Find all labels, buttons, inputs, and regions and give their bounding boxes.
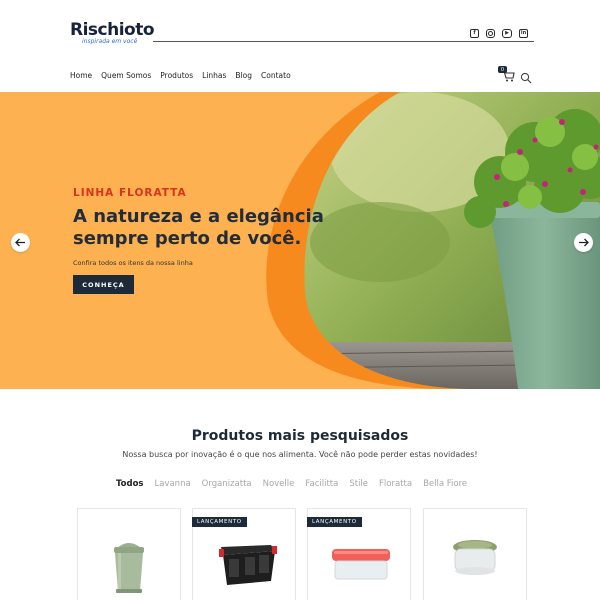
tab-organizatta[interactable]: Organizatta bbox=[202, 479, 252, 489]
facebook-icon[interactable]: f bbox=[470, 29, 479, 38]
linkedin-icon[interactable]: in bbox=[519, 29, 528, 38]
hero-eyebrow: LINHA FLORATTA bbox=[73, 187, 187, 199]
tab-lavanna[interactable]: Lavanna bbox=[155, 479, 191, 489]
logo-text: Rischioto bbox=[70, 20, 155, 40]
conheca-button[interactable]: CONHEÇA bbox=[73, 275, 134, 294]
carousel-next-button[interactable] bbox=[574, 233, 593, 252]
nav-produtos[interactable]: Produtos bbox=[160, 71, 193, 80]
product-card[interactable]: LANÇAMENTO bbox=[192, 508, 296, 600]
search-icon[interactable] bbox=[520, 69, 532, 84]
social-links: f ▶ in bbox=[470, 29, 528, 38]
nav-linhas[interactable]: Linhas bbox=[202, 71, 226, 80]
tab-stile[interactable]: Stile bbox=[349, 479, 368, 489]
product-card[interactable] bbox=[77, 508, 181, 600]
site-header: Rischioto inspirada em você f ▶ in Home … bbox=[0, 0, 600, 92]
youtube-icon[interactable]: ▶ bbox=[502, 29, 512, 38]
carousel-prev-button[interactable] bbox=[11, 233, 30, 252]
hero-title: A natureza e a elegância sempre perto de… bbox=[73, 206, 324, 249]
black-storage-box-image bbox=[219, 545, 277, 585]
red-lid-food-container-image bbox=[332, 549, 390, 580]
instagram-icon[interactable] bbox=[486, 29, 495, 38]
product-card[interactable]: LANÇAMENTO bbox=[307, 508, 411, 600]
nav-blog[interactable]: Blog bbox=[235, 71, 252, 80]
nav-contato[interactable]: Contato bbox=[261, 71, 291, 80]
hero-subtitle: Confira todos os itens da nossa linha bbox=[73, 259, 193, 267]
logo[interactable]: Rischioto inspirada em você bbox=[70, 20, 155, 45]
nav-quem-somos[interactable]: Quem Somos bbox=[101, 71, 151, 80]
product-card[interactable] bbox=[423, 508, 527, 600]
products-title: Produtos mais pesquisados bbox=[191, 428, 409, 444]
product-filter-tabs: Todos Lavanna Organizatta Novelle Facili… bbox=[116, 479, 478, 489]
nav-home[interactable]: Home bbox=[70, 71, 92, 80]
tab-bella-fiore[interactable]: Bella Fiore bbox=[423, 479, 467, 489]
arrow-left-icon bbox=[15, 238, 25, 247]
cart-count-badge: 0 bbox=[498, 66, 507, 73]
products-subtitle: Nossa busca por inovação é o que nos ali… bbox=[122, 450, 478, 459]
tab-facilitta[interactable]: Facilitta bbox=[305, 479, 338, 489]
tab-floratta[interactable]: Floratta bbox=[379, 479, 412, 489]
arrow-right-icon bbox=[579, 238, 589, 247]
tab-todos[interactable]: Todos bbox=[116, 479, 144, 489]
green-lid-round-container-image bbox=[453, 540, 497, 575]
header-divider bbox=[153, 41, 534, 42]
tab-novelle[interactable]: Novelle bbox=[263, 479, 295, 489]
hero-banner: LINHA FLORATTA A natureza e a elegância … bbox=[0, 92, 600, 389]
green-trash-bin-image bbox=[114, 543, 144, 593]
main-nav: Home Quem Somos Produtos Linhas Blog Con… bbox=[70, 71, 291, 80]
